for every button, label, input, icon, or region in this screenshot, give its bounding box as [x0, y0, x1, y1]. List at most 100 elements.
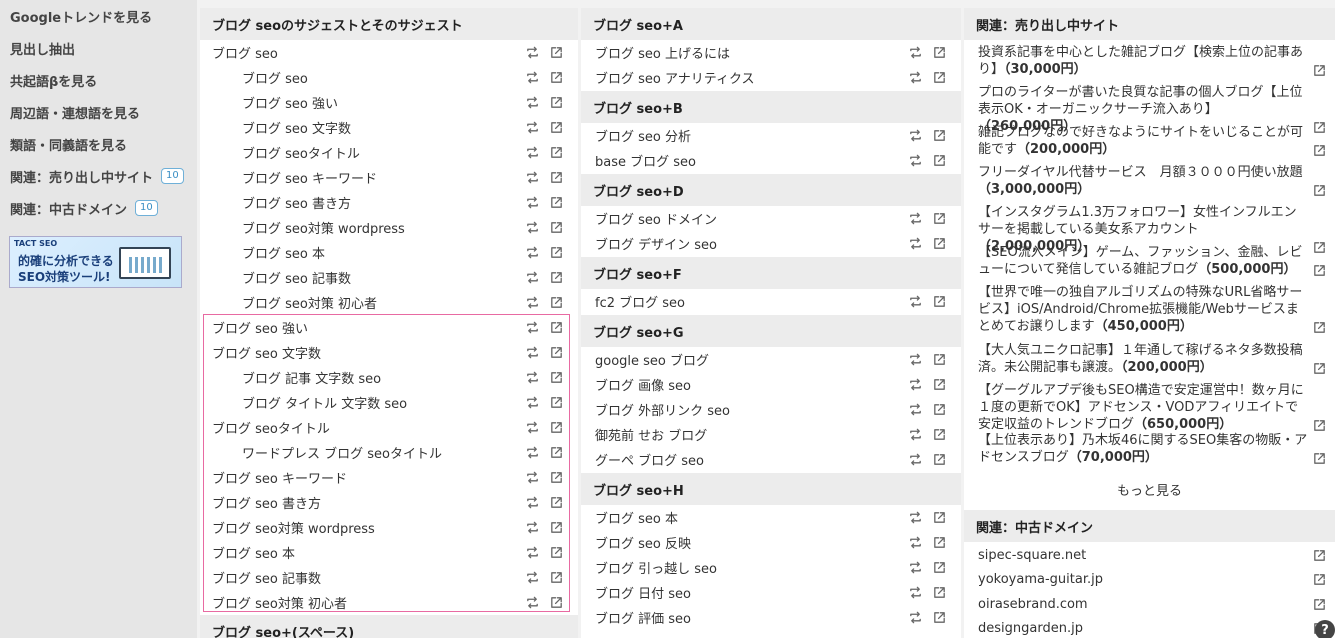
external-link-icon[interactable] — [548, 370, 564, 386]
retweet-icon[interactable] — [907, 452, 923, 468]
retweet-icon[interactable] — [524, 120, 540, 136]
external-link-icon[interactable] — [931, 585, 947, 601]
suggest-row[interactable]: ブログ seo 記事数 — [200, 265, 578, 290]
external-link-icon[interactable] — [931, 610, 947, 626]
external-link-icon[interactable] — [548, 45, 564, 61]
suggest-row[interactable]: ブログ 外部リンク seo — [581, 397, 961, 422]
external-link-icon[interactable] — [548, 345, 564, 361]
retweet-icon[interactable] — [524, 220, 540, 236]
suggest-row[interactable]: ブログ 評価 seo — [581, 605, 961, 630]
retweet-icon[interactable] — [907, 560, 923, 576]
external-link-icon[interactable] — [548, 395, 564, 411]
external-link-icon[interactable] — [931, 45, 947, 61]
sidebar-item[interactable]: 共起語βを見る — [10, 69, 97, 91]
suggest-row[interactable]: ブログ seo アナリティクス — [581, 65, 961, 90]
more-link[interactable]: もっと見る — [964, 480, 1335, 499]
suggest-row[interactable]: ブログ 日付 seo — [581, 580, 961, 605]
suggest-row[interactable]: ブログ seo 本 — [200, 540, 578, 565]
suggest-row[interactable]: ブログ seo 文字数 — [200, 340, 578, 365]
used-domain-item[interactable]: designgarden.jp — [978, 617, 1327, 638]
external-link-icon[interactable] — [548, 420, 564, 436]
external-link-icon[interactable] — [931, 294, 947, 310]
external-link-icon[interactable] — [931, 352, 947, 368]
suggest-row[interactable]: ブログ seo対策 wordpress — [200, 515, 578, 540]
sidebar-item[interactable]: 周辺語・連想語を見る — [10, 101, 140, 123]
sidebar-item[interactable]: 関連：中古ドメイン 10 — [10, 197, 158, 219]
external-link-icon[interactable] — [931, 211, 947, 227]
retweet-icon[interactable] — [907, 70, 923, 86]
sale-site-item[interactable]: 雑記ブログなので好きなようにサイトをいじることが可能です（200,000円） — [978, 124, 1327, 158]
suggest-row[interactable]: ブログ seo 上げるには — [581, 40, 961, 65]
sidebar-item[interactable]: 関連：売り出し中サイト 10 — [10, 165, 184, 187]
retweet-icon[interactable] — [524, 45, 540, 61]
retweet-icon[interactable] — [907, 610, 923, 626]
suggest-row[interactable]: ブログ seo キーワード — [200, 465, 578, 490]
external-link-icon[interactable] — [931, 510, 947, 526]
suggest-row[interactable]: ブログ seoタイトル — [200, 415, 578, 440]
sale-site-item[interactable]: 投資系記事を中心とした雑記ブログ【検索上位の記事あり】（30,000円） — [978, 44, 1327, 78]
retweet-icon[interactable] — [907, 45, 923, 61]
retweet-icon[interactable] — [907, 402, 923, 418]
sale-site-item[interactable]: 【SEO流入メイン】ゲーム、ファッション、金融、レビューについて発信している雑記… — [978, 244, 1327, 278]
suggest-row[interactable]: ブログ デザイン seo — [581, 231, 961, 256]
suggest-row[interactable]: ブログ seo 分析 — [581, 123, 961, 148]
retweet-icon[interactable] — [524, 495, 540, 511]
used-domain-item[interactable]: oirasebrand.com — [978, 592, 1327, 616]
used-domain-item[interactable]: sipec-square.net — [978, 543, 1327, 567]
suggest-row[interactable]: ブログ seoタイトル — [200, 140, 578, 165]
external-link-icon[interactable] — [931, 560, 947, 576]
suggest-row[interactable]: ブログ 引っ越し seo — [581, 555, 961, 580]
sidebar-item[interactable]: Googleトレンドを見る — [10, 5, 152, 27]
external-link-icon[interactable] — [1311, 182, 1327, 198]
external-link-icon[interactable] — [931, 153, 947, 169]
external-link-icon[interactable] — [931, 427, 947, 443]
help-button[interactable]: ? — [1315, 620, 1335, 638]
suggest-row[interactable]: ブログ タイトル 文字数 seo — [200, 390, 578, 415]
retweet-icon[interactable] — [524, 195, 540, 211]
sale-site-item[interactable]: フリーダイヤル代替サービス 月額３０００円使い放題 （3,000,000円） — [978, 164, 1327, 198]
suggest-row[interactable]: グーペ ブログ seo — [581, 447, 961, 472]
external-link-icon[interactable] — [548, 170, 564, 186]
retweet-icon[interactable] — [524, 170, 540, 186]
external-link-icon[interactable] — [548, 520, 564, 536]
retweet-icon[interactable] — [907, 236, 923, 252]
tact-seo-banner[interactable]: TACT SEO 的確に分析できる SEO対策ツール! — [9, 236, 182, 288]
external-link-icon[interactable] — [548, 545, 564, 561]
external-link-icon[interactable] — [931, 535, 947, 551]
suggest-row[interactable]: ブログ seo 書き方 — [200, 190, 578, 215]
retweet-icon[interactable] — [524, 245, 540, 261]
retweet-icon[interactable] — [524, 470, 540, 486]
retweet-icon[interactable] — [907, 585, 923, 601]
external-link-icon[interactable] — [548, 245, 564, 261]
external-link-icon[interactable] — [1311, 360, 1327, 376]
external-link-icon[interactable] — [548, 495, 564, 511]
suggest-row[interactable]: ブログ seo 強い — [200, 315, 578, 340]
retweet-icon[interactable] — [524, 445, 540, 461]
suggest-row[interactable]: ブログ seo 反映 — [581, 530, 961, 555]
external-link-icon[interactable] — [548, 145, 564, 161]
external-link-icon[interactable] — [1311, 417, 1327, 433]
sidebar-item[interactable]: 見出し抽出 — [10, 37, 75, 59]
suggest-row[interactable]: fc2 ブログ seo — [581, 289, 961, 314]
retweet-icon[interactable] — [524, 520, 540, 536]
retweet-icon[interactable] — [524, 95, 540, 111]
suggest-row[interactable]: ブログ seo 文字数 — [200, 115, 578, 140]
external-link-icon[interactable] — [548, 120, 564, 136]
retweet-icon[interactable] — [907, 153, 923, 169]
external-link-icon[interactable] — [548, 220, 564, 236]
sidebar-item[interactable]: 類語・同義語を見る — [10, 133, 127, 155]
external-link-icon[interactable] — [548, 295, 564, 311]
external-link-icon[interactable] — [548, 570, 564, 586]
retweet-icon[interactable] — [907, 377, 923, 393]
external-link-icon[interactable] — [548, 70, 564, 86]
suggest-row[interactable]: ブログ 記事 文字数 seo — [200, 365, 578, 390]
suggest-row[interactable]: ブログ seo対策 初心者 — [200, 290, 578, 315]
retweet-icon[interactable] — [524, 145, 540, 161]
sale-site-item[interactable]: 【世界で唯一の独自アルゴリズムの特殊なURL省略サービス】iOS/Android… — [978, 284, 1327, 335]
retweet-icon[interactable] — [524, 270, 540, 286]
suggest-row[interactable]: ブログ seo 本 — [581, 505, 961, 530]
external-link-icon[interactable] — [931, 452, 947, 468]
external-link-icon[interactable] — [1311, 450, 1327, 466]
external-link-icon[interactable] — [548, 320, 564, 336]
suggest-row[interactable]: ブログ 画像 seo — [581, 372, 961, 397]
